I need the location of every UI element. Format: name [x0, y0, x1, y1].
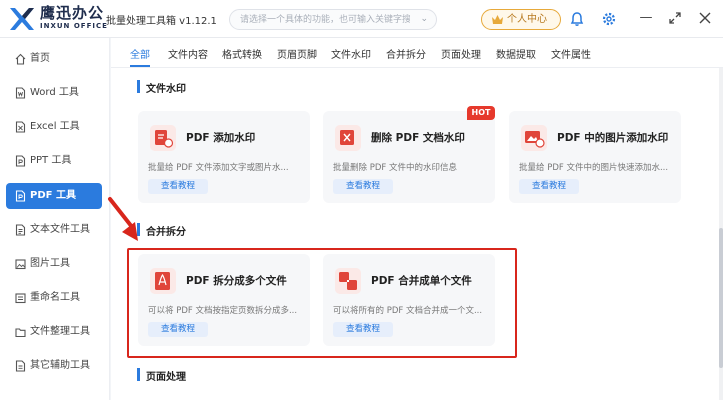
tool-card-description: 批量给 PDF 文件添加文字或图片水... [148, 163, 289, 173]
tab-page-process[interactable]: 页面处理 [441, 46, 481, 61]
image-icon [15, 259, 26, 270]
view-tutorial-button[interactable]: 查看教程 [519, 179, 579, 194]
sidebar-item-other[interactable]: 其它辅助工具 [6, 353, 102, 379]
tab-watermark[interactable]: 文件水印 [331, 46, 371, 61]
pdf-doc-icon [15, 190, 26, 202]
sidebar-item-excel[interactable]: Excel 工具 [6, 114, 102, 140]
brand: 鹰迅办公 INXUN OFFICE [40, 5, 108, 31]
sidebar-item-label: Word 工具 [30, 87, 79, 98]
maximize-icon[interactable] [668, 11, 682, 25]
close-icon[interactable] [698, 11, 712, 25]
sidebar-item-label: 重命名工具 [30, 292, 80, 303]
remove-watermark-icon [335, 125, 361, 151]
sidebar-item-label: PDF 工具 [30, 190, 76, 201]
sidebar-item-home[interactable]: 首页 [6, 46, 102, 72]
view-tutorial-button[interactable]: 查看教程 [148, 179, 208, 194]
bell-icon[interactable] [569, 11, 585, 27]
sidebar-item-image[interactable]: 图片工具 [6, 251, 102, 277]
main-content: 全部 文件内容 格式转换 页眉页脚 文件水印 合并拆分 页面处理 数据提取 文件… [111, 38, 723, 400]
sidebar-item-file-organize[interactable]: 文件整理工具 [6, 319, 102, 345]
minimize-icon[interactable]: — [639, 11, 653, 25]
tool-card-pdf-image-watermark[interactable]: PDF 中的图片添加水印 批量给 PDF 文件中的图片快速添加水... 查看教程 [509, 111, 681, 203]
view-tutorial-button[interactable]: 查看教程 [333, 179, 393, 194]
highlight-box [127, 248, 517, 358]
scrollbar-thumb[interactable] [719, 228, 723, 368]
sidebar: 首页 Word 工具 Excel 工具 PPT 工具 PDF 工具 文本文件工具… [0, 38, 110, 400]
misc-icon [15, 360, 26, 372]
brand-subtitle: INXUN OFFICE [40, 22, 108, 30]
ppt-doc-icon [15, 155, 26, 167]
rename-icon [15, 293, 26, 304]
title-bar: 鹰迅办公 INXUN OFFICE 批量处理工具箱 v1.12.1 ⌄ 个人中心… [0, 0, 723, 38]
app-title: 批量处理工具箱 v1.12.1 [106, 16, 217, 27]
sidebar-item-label: 文件整理工具 [30, 326, 90, 337]
personal-center-button[interactable]: 个人中心 [481, 9, 561, 30]
tab-data-extract[interactable]: 数据提取 [496, 46, 536, 61]
word-doc-icon [15, 87, 26, 99]
tab-merge-split[interactable]: 合并拆分 [386, 46, 426, 61]
folder-icon [15, 328, 26, 338]
tab-all[interactable]: 全部 [130, 46, 150, 61]
pdf-watermark-icon [150, 125, 176, 151]
sidebar-item-label: 文本文件工具 [30, 224, 90, 235]
gear-icon[interactable] [601, 11, 617, 27]
section-title-page-process: 页面处理 [137, 368, 186, 383]
annotation-arrow-icon [108, 197, 138, 241]
tool-card-description: 批量删除 PDF 文件中的水印信息 [333, 163, 457, 173]
active-tab-indicator [130, 65, 150, 67]
hot-badge: HOT [467, 106, 495, 120]
crown-icon [492, 15, 503, 24]
sidebar-item-pdf[interactable]: PDF 工具 [6, 183, 102, 209]
sidebar-item-text-file[interactable]: 文本文件工具 [6, 217, 102, 243]
sidebar-item-label: 其它辅助工具 [30, 360, 90, 371]
tab-file-content[interactable]: 文件内容 [168, 46, 208, 61]
personal-center-label: 个人中心 [507, 14, 547, 25]
sidebar-item-ppt[interactable]: PPT 工具 [6, 148, 102, 174]
brand-name: 鹰迅办公 [40, 4, 105, 22]
tool-card-pdf-add-watermark[interactable]: PDF 添加水印 批量给 PDF 文件添加文字或图片水... 查看教程 [138, 111, 310, 203]
function-search[interactable]: ⌄ [229, 9, 437, 30]
tool-card-title: PDF 中的图片添加水印 [557, 132, 669, 144]
app-logo-icon [10, 8, 34, 30]
sidebar-item-rename[interactable]: 重命名工具 [6, 285, 102, 311]
tab-file-properties[interactable]: 文件属性 [551, 46, 591, 61]
tool-card-title: PDF 添加水印 [186, 132, 256, 144]
section-title-watermark: 文件水印 [137, 80, 186, 95]
tool-card-title: 删除 PDF 文档水印 [371, 132, 465, 144]
tool-card-description: 批量给 PDF 文件中的图片快速添加水... [519, 163, 669, 173]
sidebar-item-label: PPT 工具 [30, 155, 72, 166]
sidebar-item-word[interactable]: Word 工具 [6, 80, 102, 106]
search-input[interactable] [230, 10, 410, 29]
text-file-icon [15, 224, 26, 236]
tool-card-remove-pdf-watermark[interactable]: HOT 删除 PDF 文档水印 批量删除 PDF 文件中的水印信息 查看教程 [323, 106, 495, 203]
image-watermark-icon [521, 125, 547, 151]
category-tabs: 全部 文件内容 格式转换 页眉页脚 文件水印 合并拆分 页面处理 数据提取 文件… [111, 38, 723, 68]
tab-format-convert[interactable]: 格式转换 [222, 46, 262, 61]
home-icon [15, 53, 26, 65]
tab-header-footer[interactable]: 页眉页脚 [277, 46, 317, 61]
chevron-down-icon[interactable]: ⌄ [420, 14, 428, 24]
sidebar-item-label: Excel 工具 [30, 121, 80, 132]
excel-doc-icon [15, 121, 26, 133]
section-title-merge-split: 合并拆分 [137, 223, 186, 238]
sidebar-item-label: 图片工具 [30, 258, 70, 269]
sidebar-item-label: 首页 [30, 53, 50, 64]
